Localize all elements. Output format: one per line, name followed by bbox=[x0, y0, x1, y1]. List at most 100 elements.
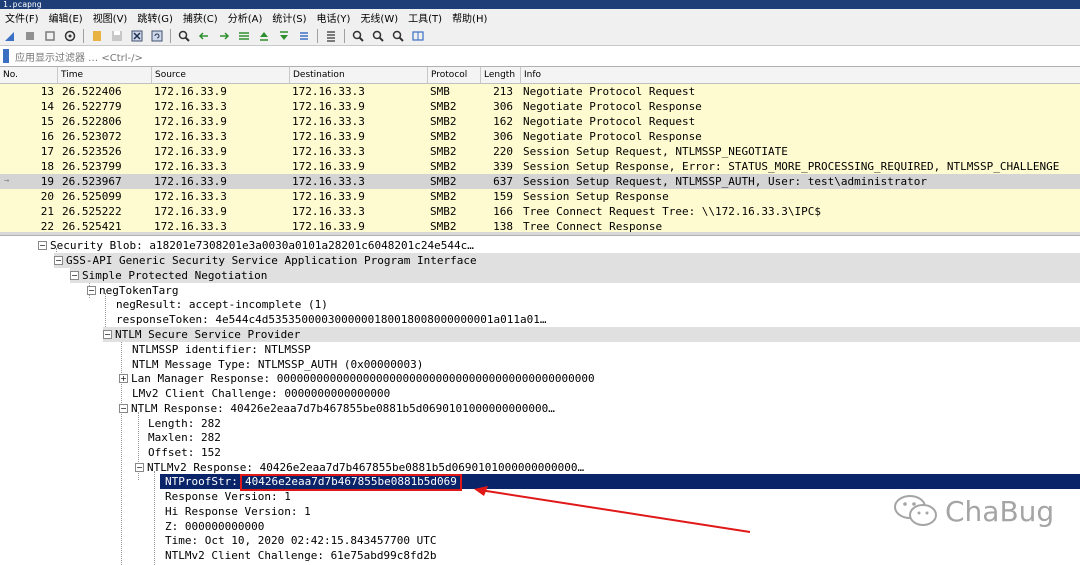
packet-cell-time: 26.523967 bbox=[62, 175, 122, 188]
packet-row[interactable]: 17 26.523526 172.16.33.9 172.16.33.3 SMB2 220… bbox=[0, 144, 1080, 159]
packet-cell-len: 306 bbox=[493, 100, 513, 113]
tree-item-lmv2-challenge[interactable]: LMv2 Client Challenge: 0000000000000000 bbox=[132, 386, 390, 401]
tree-item-responsetoken[interactable]: responseToken: 4e544c4d53535000030000001… bbox=[116, 312, 546, 327]
first-packet-icon[interactable] bbox=[257, 29, 271, 43]
tree-item-ntlmv2-response[interactable]: − NTLMv2 Response: 40426e2eaa7d7b467855be… bbox=[135, 460, 584, 475]
normal-size-icon[interactable] bbox=[391, 29, 405, 43]
column-header-destination[interactable]: Destination bbox=[290, 67, 428, 83]
capture-options-icon[interactable] bbox=[63, 29, 77, 43]
column-header-info[interactable]: Info bbox=[521, 67, 1080, 83]
packet-cell-proto: SMB2 bbox=[430, 175, 457, 188]
column-header-source[interactable]: Source bbox=[152, 67, 290, 83]
packet-cell-proto: SMB2 bbox=[430, 205, 457, 218]
tree-item-lm-response[interactable]: + Lan Manager Response: 00000000000000000… bbox=[119, 371, 595, 386]
packet-cell-src: 172.16.33.9 bbox=[154, 115, 227, 128]
packet-row[interactable]: 14 26.522779 172.16.33.3 172.16.33.9 SMB2 306… bbox=[0, 99, 1080, 114]
go-forward-icon[interactable] bbox=[217, 29, 231, 43]
annotation-arrow bbox=[474, 486, 751, 533]
zoom-out-icon[interactable] bbox=[371, 29, 385, 43]
tree-item-negresult[interactable]: negResult: accept-incomplete (1) bbox=[116, 297, 328, 312]
go-back-icon[interactable] bbox=[197, 29, 211, 43]
last-packet-icon[interactable] bbox=[277, 29, 291, 43]
tree-item-hi-response-version[interactable]: Hi Response Version: 1 bbox=[165, 504, 311, 519]
tree-item-offset[interactable]: Offset: 152 bbox=[148, 445, 221, 460]
packet-row[interactable]: 15 26.522806 172.16.33.9 172.16.33.3 SMB2 162… bbox=[0, 114, 1080, 129]
menu-view[interactable]: 视图(V) bbox=[88, 10, 133, 25]
menu-wireless[interactable]: 无线(W) bbox=[355, 10, 403, 25]
shark-fin-icon[interactable] bbox=[3, 29, 17, 43]
menu-capture[interactable]: 捕获(C) bbox=[178, 10, 223, 25]
menu-help[interactable]: 帮助(H) bbox=[447, 10, 492, 25]
packet-cell-time: 26.523526 bbox=[62, 145, 122, 158]
packet-row[interactable]: → 19 26.523967 172.16.33.9 172.16.33.3 SMB2 63… bbox=[0, 174, 1080, 189]
packet-cell-proto: SMB2 bbox=[430, 130, 457, 143]
packet-row[interactable]: 20 26.525099 172.16.33.3 172.16.33.9 SMB2 159… bbox=[0, 189, 1080, 204]
reload-file-icon[interactable] bbox=[150, 29, 164, 43]
tree-item-negtokentarg[interactable]: − negTokenTarg bbox=[87, 283, 178, 298]
menu-go[interactable]: 跳转(G) bbox=[132, 10, 178, 25]
open-file-icon[interactable] bbox=[90, 29, 104, 43]
restart-capture-icon[interactable] bbox=[43, 29, 57, 43]
tree-item-client-challenge[interactable]: NTLMv2 Client Challenge: 61e75abd99c8fd2… bbox=[165, 548, 437, 563]
resize-columns-icon[interactable] bbox=[411, 29, 425, 43]
menu-file[interactable]: 文件(F) bbox=[0, 10, 44, 25]
go-to-packet-icon[interactable] bbox=[237, 29, 251, 43]
tree-label: Simple Protected Negotiation bbox=[82, 269, 268, 282]
tree-item-response-version[interactable]: Response Version: 1 bbox=[165, 489, 291, 504]
menu-telephony[interactable]: 电话(Y) bbox=[312, 10, 356, 25]
packet-row[interactable]: 21 26.525222 172.16.33.9 172.16.33.3 SMB2 166… bbox=[0, 204, 1080, 219]
bookmark-icon[interactable] bbox=[3, 49, 9, 63]
tree-item-maxlen[interactable]: Maxlen: 282 bbox=[148, 430, 221, 445]
stop-capture-icon[interactable] bbox=[23, 29, 37, 43]
tree-item-ntlmssp-identifier[interactable]: NTLMSSP identifier: NTLMSSP bbox=[132, 342, 311, 357]
collapse-icon[interactable]: − bbox=[38, 240, 47, 250]
tree-item-length[interactable]: Length: 282 bbox=[148, 416, 221, 431]
column-header-no[interactable]: No. bbox=[0, 67, 58, 83]
collapse-icon[interactable]: − bbox=[119, 403, 128, 413]
collapse-icon[interactable]: − bbox=[103, 329, 112, 339]
tree-item-ntlm-response[interactable]: − NTLM Response: 40426e2eaa7d7b467855be08… bbox=[119, 401, 555, 416]
packet-cell-dst: 172.16.33.9 bbox=[292, 100, 365, 113]
expand-icon[interactable]: + bbox=[119, 373, 128, 383]
packet-row[interactable]: 13 26.522406 172.16.33.9 172.16.33.3 SMB 213 N… bbox=[0, 84, 1080, 99]
colorize-icon[interactable] bbox=[324, 29, 338, 43]
packet-cell-dst: 172.16.33.9 bbox=[292, 190, 365, 203]
column-header-time[interactable]: Time bbox=[58, 67, 152, 83]
packet-cell-time: 26.522406 bbox=[62, 85, 122, 98]
packet-row[interactable]: 18 26.523799 172.16.33.3 172.16.33.9 SMB2 339… bbox=[0, 159, 1080, 174]
tree-item-ntlmssp[interactable]: − NTLM Secure Service Provider bbox=[103, 327, 1080, 342]
collapse-icon[interactable]: − bbox=[87, 285, 96, 295]
packet-cell-dst: 172.16.33.9 bbox=[292, 160, 365, 173]
close-file-icon[interactable] bbox=[130, 29, 144, 43]
collapse-icon[interactable]: − bbox=[70, 270, 79, 280]
save-file-icon[interactable] bbox=[110, 29, 124, 43]
watermark: ChaBug bbox=[893, 494, 1054, 528]
tree-label: Security Blob: a18201e7308201e3a0030a010… bbox=[50, 239, 474, 252]
column-header-length[interactable]: Length bbox=[481, 67, 521, 83]
collapse-icon[interactable]: − bbox=[54, 255, 63, 265]
menu-statistics[interactable]: 统计(S) bbox=[267, 10, 311, 25]
find-packet-icon[interactable] bbox=[177, 29, 191, 43]
menu-edit[interactable]: 编辑(E) bbox=[44, 10, 88, 25]
tree-item-security-blob[interactable]: − Security Blob: a18201e7308201e3a0030a01… bbox=[38, 238, 474, 253]
packet-cell-proto: SMB2 bbox=[430, 100, 457, 113]
display-filter-input[interactable]: 应用显示过滤器 … <Ctrl-/> bbox=[15, 49, 143, 64]
tree-item-message-type[interactable]: NTLM Message Type: NTLMSSP_AUTH (0x00000… bbox=[132, 357, 423, 372]
menu-tools[interactable]: 工具(T) bbox=[403, 10, 447, 25]
zoom-in-icon[interactable] bbox=[351, 29, 365, 43]
tree-label: Lan Manager Response: 000000000000000000… bbox=[131, 372, 595, 385]
autoscroll-icon[interactable] bbox=[297, 29, 311, 43]
tree-item-time[interactable]: Time: Oct 10, 2020 02:42:15.843457700 UT… bbox=[165, 533, 437, 548]
packet-cell-dst: 172.16.33.3 bbox=[292, 115, 365, 128]
tree-item-z[interactable]: Z: 000000000000 bbox=[165, 519, 264, 534]
tree-item-spnego[interactable]: − Simple Protected Negotiation bbox=[70, 268, 1080, 283]
packet-row[interactable]: 16 26.523072 172.16.33.3 172.16.33.9 SMB2 306… bbox=[0, 129, 1080, 144]
tree-item-gssapi[interactable]: − GSS-API Generic Security Service Applic… bbox=[54, 253, 1080, 268]
packet-cell-time: 26.525222 bbox=[62, 205, 122, 218]
packet-cell-info: Session Setup Request, NTLMSSP_NEGOTIATE bbox=[523, 145, 788, 158]
menu-analyze[interactable]: 分析(A) bbox=[223, 10, 268, 25]
collapse-icon[interactable]: − bbox=[135, 462, 144, 472]
column-header-protocol[interactable]: Protocol bbox=[428, 67, 481, 83]
packet-list-header: No. Time Source Destination Protocol Len… bbox=[0, 67, 1080, 84]
packet-cell-info: Tree Connect Request Tree: \\172.16.33.3… bbox=[523, 205, 822, 218]
